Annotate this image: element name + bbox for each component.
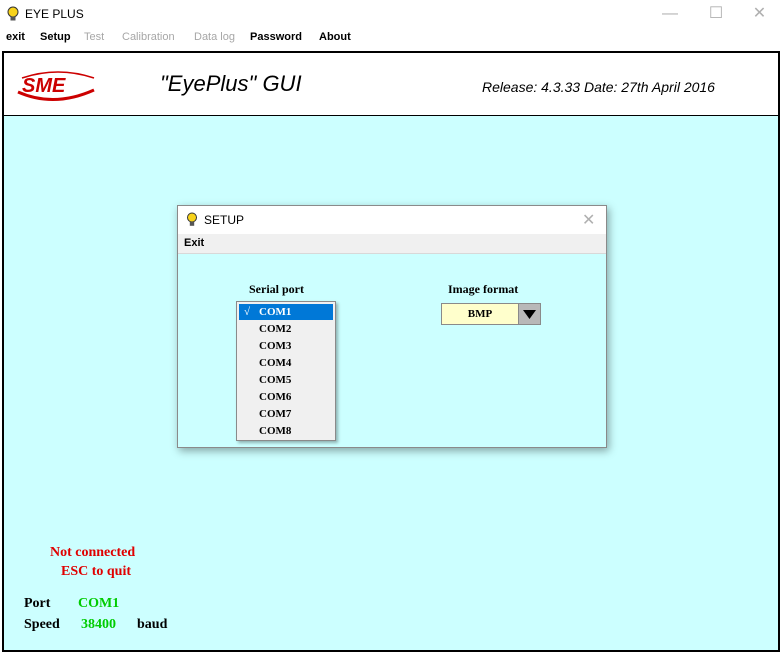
close-button[interactable]: ✕ xyxy=(739,0,780,28)
lightbulb-icon xyxy=(7,6,19,21)
release-info: Release: 4.3.33 Date: 27th April 2016 xyxy=(482,79,715,95)
port-option-com8[interactable]: COM8 xyxy=(239,423,333,439)
port-label: Port xyxy=(24,596,51,611)
port-option-com4[interactable]: COM4 xyxy=(239,355,333,371)
speed-unit: baud xyxy=(137,617,168,632)
sme-logo: SME xyxy=(14,68,98,104)
port-option-label: COM8 xyxy=(259,425,292,437)
dialog-menubar: Exit xyxy=(178,234,606,254)
port-option-label: COM5 xyxy=(259,374,292,386)
menu-password[interactable]: Password xyxy=(250,31,302,43)
check-icon: √ xyxy=(244,306,251,318)
port-option-label: COM6 xyxy=(259,391,292,403)
port-option-label: COM4 xyxy=(259,357,292,369)
image-format-label: Image format xyxy=(448,282,519,296)
serial-port-list[interactable]: √ COM1 COM2 COM3 COM4 COM5 COM6 COM7 COM… xyxy=(236,301,336,441)
menu-exit[interactable]: exit xyxy=(6,31,25,43)
serial-port-label: Serial port xyxy=(249,282,304,296)
menu-calibration[interactable]: Calibration xyxy=(122,31,175,43)
port-option-com5[interactable]: COM5 xyxy=(239,372,333,388)
port-option-label: COM3 xyxy=(259,340,292,352)
menu-data-log[interactable]: Data log xyxy=(194,31,235,43)
maximize-button[interactable]: ☐ xyxy=(693,0,739,28)
connection-status: Not connected xyxy=(50,545,136,560)
menu-about[interactable]: About xyxy=(319,31,351,43)
dialog-title: SETUP xyxy=(204,213,245,227)
window-title: EYE PLUS xyxy=(25,7,84,21)
dialog-titlebar: SETUP ✕ xyxy=(178,206,606,234)
image-format-select[interactable]: BMP xyxy=(441,303,541,325)
header: SME "EyePlus" GUI Release: 4.3.33 Date: … xyxy=(4,53,778,116)
window-titlebar: EYE PLUS — ☐ ✕ xyxy=(0,0,780,28)
dialog-close-button[interactable]: ✕ xyxy=(582,210,595,230)
dialog-menu-exit[interactable]: Exit xyxy=(184,237,204,249)
triangle-down-icon xyxy=(523,310,536,319)
image-format-dropdown-button[interactable] xyxy=(518,304,540,324)
speed-label: Speed xyxy=(24,617,60,632)
menubar: exit Setup Test Calibration Data log Pas… xyxy=(0,28,780,48)
quit-hint: ESC to quit xyxy=(61,564,132,579)
port-option-com1[interactable]: √ COM1 xyxy=(239,304,333,320)
port-value: COM1 xyxy=(78,596,120,611)
port-option-com7[interactable]: COM7 xyxy=(239,406,333,422)
port-option-label: COM2 xyxy=(259,323,292,335)
port-option-label: COM1 xyxy=(259,306,292,318)
app-title: "EyePlus" GUI xyxy=(160,71,302,96)
speed-value: 38400 xyxy=(81,617,116,632)
menu-setup[interactable]: Setup xyxy=(40,31,71,43)
setup-dialog: SETUP ✕ Exit Serial port √ COM1 COM2 COM… xyxy=(177,205,607,448)
minimize-button[interactable]: — xyxy=(647,0,693,28)
sme-logo-graphic: SME xyxy=(17,71,95,102)
image-format-value: BMP xyxy=(467,308,493,320)
lightbulb-icon xyxy=(187,212,197,226)
logo-text: SME xyxy=(22,75,66,97)
port-option-label: COM7 xyxy=(259,408,292,420)
port-option-com3[interactable]: COM3 xyxy=(239,338,333,354)
menu-test[interactable]: Test xyxy=(84,31,104,43)
port-option-com6[interactable]: COM6 xyxy=(239,389,333,405)
port-option-com2[interactable]: COM2 xyxy=(239,321,333,337)
